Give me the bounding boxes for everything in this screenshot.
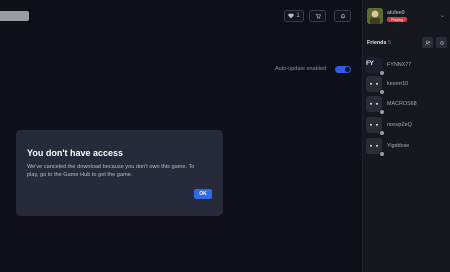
user-name: alufee9 <box>387 10 405 16</box>
add-friend-icon <box>424 40 431 45</box>
friend-name: keeerr10 <box>387 81 409 87</box>
friend-name: nosvpZeQ <box>387 122 412 128</box>
cart-icon <box>315 13 321 19</box>
chevron-down-icon[interactable]: ⌄ <box>440 12 445 19</box>
heart-icon <box>288 13 295 19</box>
auto-update-toggle[interactable] <box>335 66 351 73</box>
wishlist-button[interactable]: 1 <box>284 10 304 22</box>
friends-count: 5 <box>387 40 391 46</box>
bell-icon <box>339 13 346 19</box>
back-pill[interactable] <box>0 11 29 21</box>
gear-icon <box>439 40 444 45</box>
friends-heading-label: Friends <box>367 40 387 46</box>
access-dialog: You don't have access We've canceled the… <box>16 130 223 216</box>
status-dot <box>379 130 385 136</box>
status-dot <box>379 151 385 157</box>
dialog-title: You don't have access <box>27 148 124 158</box>
friends-heading: Friends 5 <box>367 40 391 46</box>
friend-name: Yigddose <box>387 143 410 149</box>
dialog-message: We've canceled the download because you … <box>27 164 195 178</box>
cart-button[interactable] <box>309 10 326 22</box>
friend-name: MACROS68 <box>387 101 417 107</box>
notifications-button[interactable] <box>334 10 351 22</box>
wishlist-count: 1 <box>296 13 300 19</box>
fy-logo-icon: FY <box>366 60 374 67</box>
add-friend-button[interactable] <box>422 37 433 48</box>
friends-settings-button[interactable] <box>436 37 447 48</box>
avatar[interactable] <box>367 8 383 24</box>
user-avatar-icon <box>367 8 383 24</box>
status-dot <box>379 70 385 76</box>
status-dot <box>379 89 385 95</box>
status-badge: Playing <box>387 17 407 22</box>
auto-update-label: Auto-update enabled <box>275 66 327 72</box>
status-dot <box>379 109 385 115</box>
ok-button[interactable]: OK <box>194 189 212 199</box>
friend-name: FYNNX77 <box>387 62 412 68</box>
